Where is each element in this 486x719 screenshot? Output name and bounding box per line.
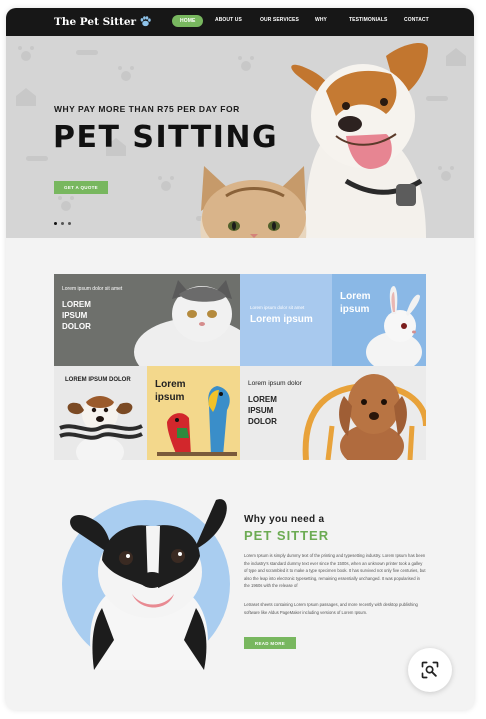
tile3-line: Lorem xyxy=(340,291,371,302)
slider-dots xyxy=(54,222,71,225)
slider-dot[interactable] xyxy=(54,222,57,225)
get-a-quote-button[interactable]: GET A QUOTE xyxy=(54,181,108,194)
nav-why[interactable]: WHY xyxy=(315,17,327,23)
logo-text: The Pet Sitter xyxy=(54,15,137,28)
tile6-line: IPSUM xyxy=(248,406,274,415)
site-logo[interactable]: The Pet Sitter xyxy=(54,15,152,28)
tile5-big-text: Lorem ipsum xyxy=(155,378,186,404)
pet-gallery-grid: Lorem ipsum dolor sit amet LOREM IPSUM D… xyxy=(54,274,426,460)
why-paragraph-2: Letraset sheets containing Lorem Ipsum p… xyxy=(244,602,418,615)
tile6-line: LOREM xyxy=(248,395,277,404)
tile6-big-text: LOREM IPSUM DOLOR xyxy=(248,394,277,427)
visual-search-button[interactable] xyxy=(408,648,452,692)
gallery-tile-dog-leash[interactable]: LOREM IPSUM DOLOR xyxy=(54,366,147,460)
boston-terrier-image xyxy=(62,499,230,670)
slider-dot[interactable] xyxy=(61,222,64,225)
tile5-line: ipsum xyxy=(155,392,185,403)
dog-with-leash-image xyxy=(59,396,143,460)
paw-icon xyxy=(140,16,151,27)
why-subheading: PET SITTER xyxy=(244,528,330,543)
why-heading: Why you need a xyxy=(244,514,325,525)
nav-contact[interactable]: CONTACT xyxy=(404,17,429,23)
hero-banner: WHY PAY MORE THAN R75 PER DAY FOR PET SI… xyxy=(6,36,474,238)
image-search-icon xyxy=(421,661,439,679)
tile3-line: ipsum xyxy=(340,304,370,315)
tile2-big-text: Lorem ipsum xyxy=(250,314,313,325)
hero-dog-and-cat-image xyxy=(200,42,428,238)
tile1-big-text: LOREM IPSUM DOLOR xyxy=(62,299,91,332)
tile1-line: LOREM xyxy=(62,300,91,309)
tile1-line: IPSUM xyxy=(62,311,88,320)
tile1-line: DOLOR xyxy=(62,322,91,331)
tile3-big-text: Lorem ipsum xyxy=(340,290,371,316)
gallery-tile-cat[interactable]: Lorem ipsum dolor sit amet LOREM IPSUM D… xyxy=(54,274,240,366)
nav-about-us[interactable]: ABOUT US xyxy=(215,17,242,23)
gallery-tile-parrots[interactable]: Lorem ipsum xyxy=(147,366,240,460)
gallery-tile-curly-dog[interactable]: Lorem ipsum dolor LOREM IPSUM DOLOR xyxy=(240,366,426,460)
tile5-line: Lorem xyxy=(155,379,186,390)
page-frame: The Pet Sitter HOME ABOUT US OUR SERVICE… xyxy=(6,8,474,710)
gallery-tile-rabbit[interactable]: Lorem ipsum xyxy=(332,274,426,366)
rabbit-image xyxy=(366,286,422,366)
tile6-line: DOLOR xyxy=(248,417,277,426)
top-navbar: The Pet Sitter HOME ABOUT US OUR SERVICE… xyxy=(6,8,474,36)
tile1-caption: Lorem ipsum dolor sit amet xyxy=(62,286,123,292)
why-paragraph-1: Lorem Ipsum is simply dummy text of the … xyxy=(244,553,426,589)
tile2-caption: Lorem ipsum dolor sit amet xyxy=(250,305,305,310)
gallery-tile-text-blue[interactable]: Lorem ipsum dolor sit amet Lorem ipsum xyxy=(240,274,332,366)
tile6-caption: Lorem ipsum dolor xyxy=(248,380,302,387)
read-more-button[interactable]: READ MORE xyxy=(244,637,296,649)
nav-testimonials[interactable]: TESTIMONIALS xyxy=(349,17,387,23)
nav-home[interactable]: HOME xyxy=(172,15,204,27)
slider-dot[interactable] xyxy=(68,222,71,225)
nav-our-services[interactable]: OUR SERVICES xyxy=(260,17,299,23)
